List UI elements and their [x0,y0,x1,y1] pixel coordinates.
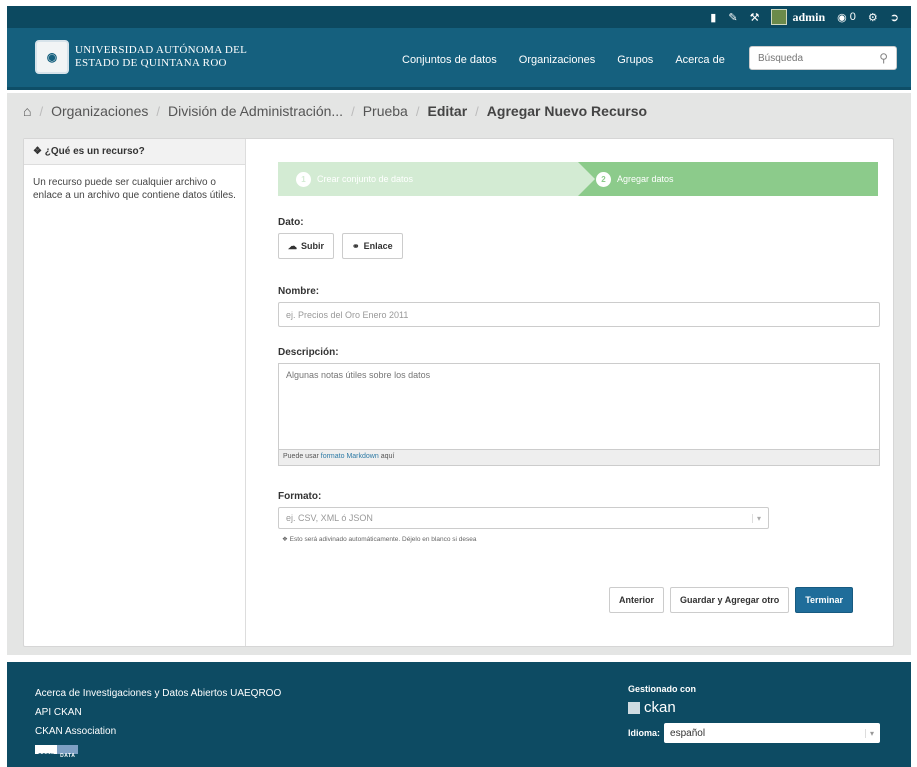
language-select[interactable]: español ▾ [664,723,881,743]
nav-about[interactable]: Acerca de [675,54,725,66]
breadcrumb-separator: / [475,103,479,119]
resource-form: Dato: ☁ Subir ⚭ Enlace Nombre: ej. Precios… [278,217,880,543]
notification-count: 0 [849,11,856,23]
markdown-link[interactable]: formato Markdown [321,453,379,460]
username: admin [792,9,826,24]
language-label: Idioma: [628,728,661,738]
breadcrumb-separator: / [156,103,160,119]
stage-label: Crear conjunto de datos [317,174,414,184]
stage-create-dataset[interactable]: 1 Crear conjunto de datos [278,162,595,196]
settings-icon[interactable]: ⚙ [868,11,878,24]
pencil-icon[interactable]: ✎ [728,11,737,24]
stage-label: Agregar datos [617,174,674,184]
breadcrumb-organizations[interactable]: Organizaciones [51,103,148,119]
footer: Acerca de Investigaciones y Datos Abiert… [7,662,911,767]
dashboard-icon[interactable]: ◉ 0 [837,11,856,24]
form-actions: Anterior Guardar y Agregar otro Terminar [609,587,854,613]
avatar [771,9,788,25]
masthead: ◉ Universidad Autónoma del Estado de Qui… [7,28,911,90]
previous-button[interactable]: Anterior [609,587,665,613]
info-icon: ❖ [282,536,288,543]
managed-by-label: Gestionado con [628,684,697,694]
finish-button[interactable]: Terminar [795,587,854,613]
description-label: Descripción: [278,347,339,358]
breadcrumb-separator: / [351,103,355,119]
sidebar-title: ❖ ¿Qué es un recurso? [24,139,245,165]
main-nav: Conjuntos de datos Organizaciones Grupos… [402,54,725,66]
footer-link-about[interactable]: Acerca de Investigaciones y Datos Abiert… [35,684,281,703]
nav-datasets[interactable]: Conjuntos de datos [402,54,497,66]
name-field[interactable]: ej. Precios del Oro Enero 2011 [278,302,880,327]
globe-icon: ⚭ [352,240,360,251]
stage-add-data: 2 Agregar datos [578,162,878,196]
nav-organizations[interactable]: Organizaciones [519,54,595,66]
site-name: Universidad Autónoma del Estado de Quint… [75,44,248,69]
site-search: ⚲ [749,46,897,70]
breadcrumb-separator: / [415,103,420,119]
help-sidebar: ❖ ¿Qué es un recurso? Un recurso puede s… [24,139,246,646]
search-input[interactable] [758,52,880,64]
university-seal-icon: ◉ [35,40,69,74]
format-hint: ❖ Esto será adivinado automáticamente. D… [282,536,477,543]
sidebar-text: Un recurso puede ser cualquier archivo o… [33,177,236,201]
data-label: Dato: [278,217,304,228]
format-field[interactable]: ej. CSV, XML ó JSON ▾ [278,507,769,529]
link-button[interactable]: ⚭ Enlace [342,233,403,259]
save-add-another-button[interactable]: Guardar y Agregar otro [670,587,790,613]
nav-groups[interactable]: Grupos [617,54,653,66]
footer-link-api[interactable]: API CKAN [35,703,281,722]
ckan-logo[interactable]: ckan [628,699,676,716]
breadcrumb: ⌂ / Organizaciones / División de Adminis… [23,103,647,119]
info-icon: ❖ [33,146,42,157]
footer-links: Acerca de Investigaciones y Datos Abiert… [35,684,281,764]
name-label: Nombre: [278,286,320,297]
stage-progress: 1 Crear conjunto de datos 2 Agregar dato… [278,162,878,196]
breadcrumb-dataset[interactable]: Prueba [363,103,408,119]
markdown-help: Puede usar formato Markdown aquí [278,449,880,466]
logout-icon[interactable]: ➲ [890,11,899,24]
cloud-upload-icon: ☁ [288,240,297,251]
upload-button[interactable]: ☁ Subir [278,233,335,259]
home-icon[interactable]: ⌂ [23,103,31,119]
stage-number: 2 [596,171,611,187]
user-menu[interactable]: admin [771,9,825,25]
breadcrumb-current[interactable]: Agregar Nuevo Recurso [487,103,647,119]
document-icon[interactable]: ▮ [710,11,716,24]
search-icon[interactable]: ⚲ [879,51,888,65]
language-picker: Idioma: español ▾ [628,723,881,743]
breadcrumb-edit[interactable]: Editar [427,103,467,119]
breadcrumb-separator: / [39,103,44,119]
chevron-down-icon: ▾ [751,513,761,523]
breadcrumb-organization[interactable]: División de Administración... [168,103,343,119]
description-field[interactable] [278,363,880,449]
main-card: ❖ ¿Qué es un recurso? Un recurso puede s… [23,138,894,647]
wrench-icon[interactable]: ⚒ [750,11,760,24]
open-data-badge[interactable]: OPEN DATA [35,745,79,759]
footer-link-ckan-association[interactable]: CKAN Association [35,722,281,741]
chevron-down-icon: ▾ [865,728,874,738]
ckan-icon [628,701,640,714]
site-logo[interactable]: ◉ Universidad Autónoma del Estado de Qui… [35,40,247,74]
format-label: Formato: [278,491,322,502]
top-account-bar: ▮ ✎ ⚒ admin ◉ 0 ⚙ ➲ [7,6,911,28]
stage-number: 1 [296,171,311,187]
